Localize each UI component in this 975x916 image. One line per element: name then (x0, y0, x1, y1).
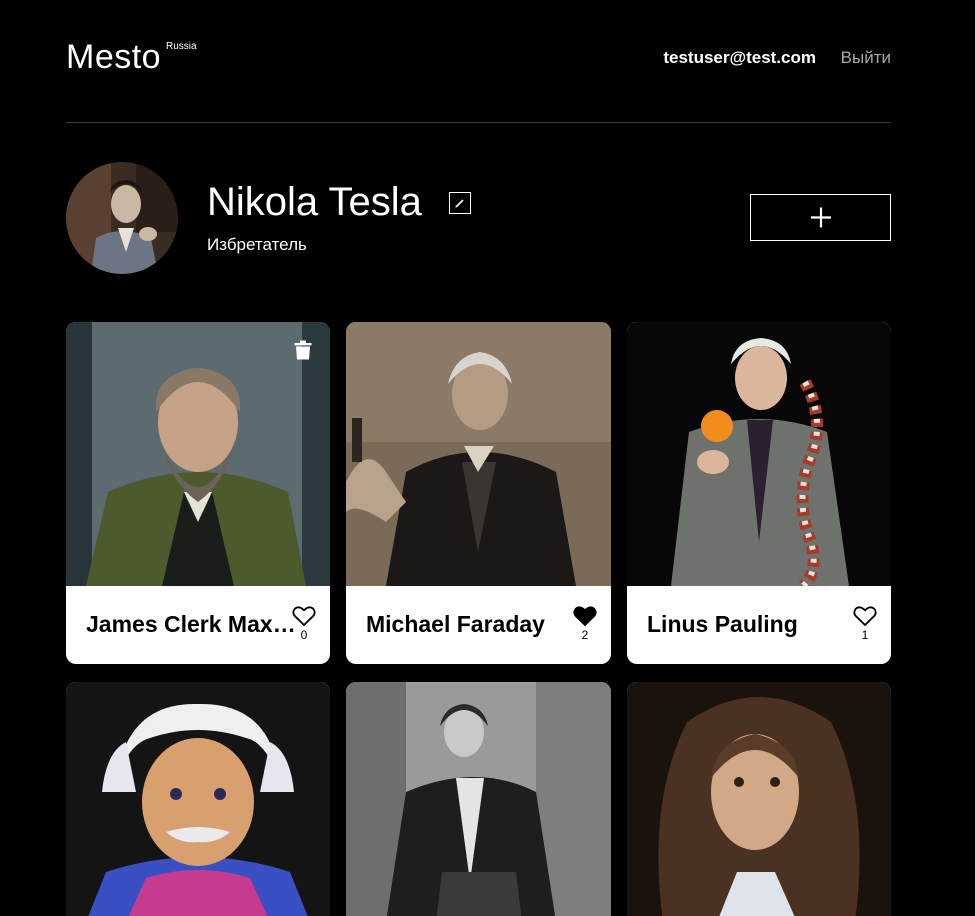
avatar[interactable] (66, 162, 178, 274)
like-group: 2 (573, 605, 597, 642)
header: Mesto Russia testuser@test.com Выйти (66, 0, 891, 123)
trash-icon[interactable] (294, 340, 312, 360)
card-footer: Michael Faraday 2 (346, 586, 611, 664)
card-image[interactable] (627, 322, 891, 586)
card (66, 682, 330, 916)
card-title: Michael Faraday (366, 611, 545, 637)
card-image[interactable] (346, 682, 611, 916)
like-group: 1 (853, 605, 877, 642)
profile-about: Избретатель (207, 235, 307, 254)
edit-profile-button[interactable] (449, 192, 471, 214)
page: Mesto Russia testuser@test.com Выйти Nik… (66, 0, 891, 916)
card-image[interactable] (66, 322, 330, 586)
like-group: 0 (292, 605, 316, 642)
like-count: 0 (300, 628, 308, 642)
card-footer: Linus Pauling 1 (627, 586, 891, 664)
profile-name: Nikola Tesla (207, 180, 422, 224)
like-count: 2 (581, 628, 589, 642)
card-grid: James Clerk Maxwell 0 Michael Faraday 2 … (66, 322, 891, 916)
card-image[interactable] (66, 682, 330, 916)
card-title: James Clerk Maxwell (86, 611, 296, 637)
heart-icon[interactable] (292, 605, 316, 627)
logo: Mesto (66, 38, 162, 76)
card-image[interactable] (627, 682, 891, 916)
card-footer: James Clerk Maxwell 0 (66, 586, 330, 664)
card: Michael Faraday 2 (346, 322, 611, 664)
card-title: Linus Pauling (647, 611, 798, 637)
logout-link[interactable]: Выйти (841, 48, 891, 68)
card-image[interactable] (346, 322, 611, 586)
card: Linus Pauling 1 (627, 322, 891, 664)
heart-icon[interactable] (573, 605, 597, 627)
card: James Clerk Maxwell 0 (66, 322, 330, 664)
heart-icon[interactable] (853, 605, 877, 627)
pencil-icon (455, 199, 464, 208)
logo-superscript: Russia (166, 41, 197, 52)
like-count: 1 (861, 628, 869, 642)
plus-icon (811, 207, 831, 228)
profile: Nikola Tesla Избретатель (66, 123, 891, 323)
user-email: testuser@test.com (663, 48, 816, 67)
card (627, 682, 891, 916)
card (346, 682, 611, 916)
add-card-button[interactable] (750, 194, 891, 241)
